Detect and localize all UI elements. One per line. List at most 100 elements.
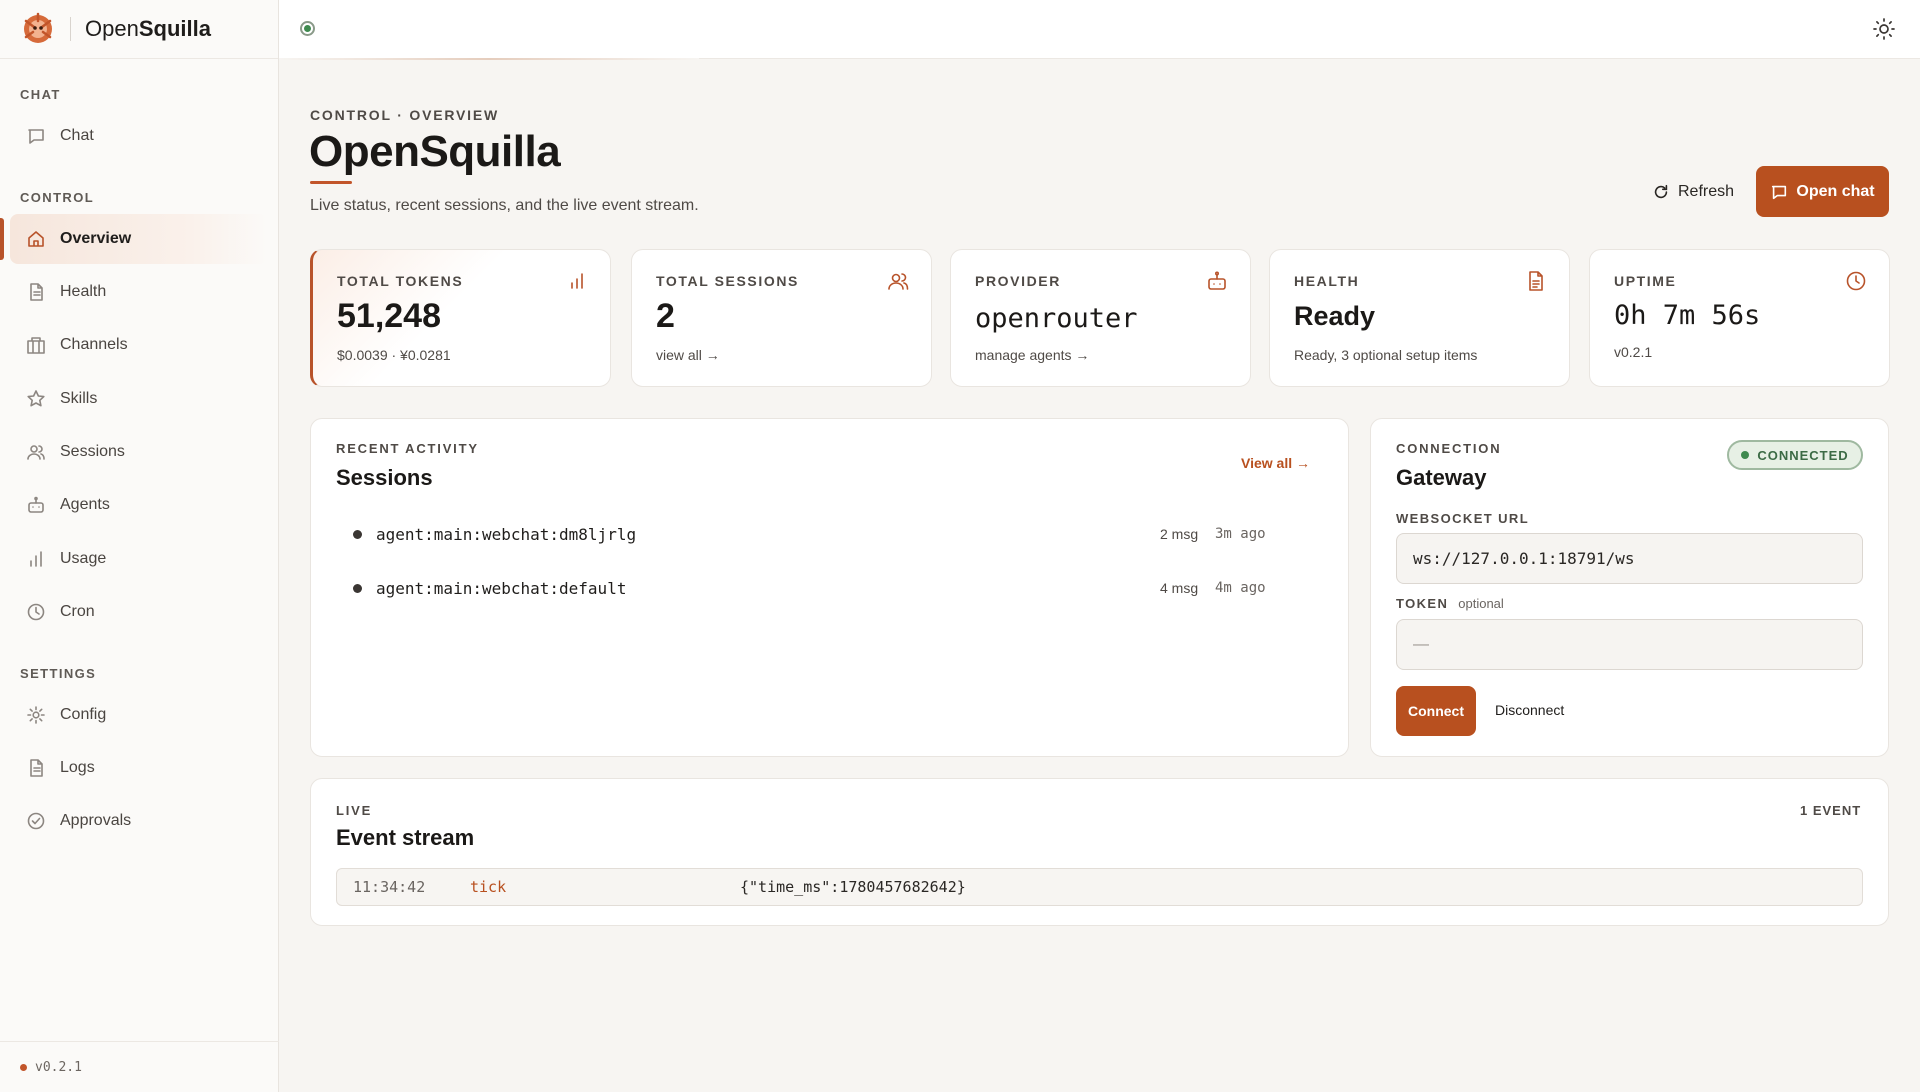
sidebar-item-sessions[interactable]: Sessions	[10, 427, 268, 477]
stat-sub: Ready, 3 optional setup items	[1294, 347, 1478, 363]
squilla-logo-icon	[24, 12, 52, 43]
sidebar-item-chat[interactable]: Chat	[10, 111, 268, 161]
sidebar-item-approvals[interactable]: Approvals	[10, 796, 268, 846]
event-time: 11:34:42	[353, 878, 426, 896]
stat-card-total-tokens: TOTAL TOKENS 51,248 $0.0039 · ¥0.0281	[310, 249, 611, 387]
event-row[interactable]: 11:34:42 tick {"time_ms":1780457682642}	[336, 868, 1863, 906]
websocket-url-input[interactable]: ws://127.0.0.1:18791/ws	[1396, 533, 1863, 584]
clock-icon	[1845, 270, 1867, 292]
sidebar-item-cron[interactable]: Cron	[10, 587, 268, 637]
stat-card-provider: PROVIDER openrouter manage agents →	[950, 249, 1251, 387]
sidebar-item-label: Channels	[60, 336, 128, 353]
stat-value: openrouter	[975, 303, 1138, 334]
chat-icon	[26, 126, 46, 146]
page-title: OpenSquilla	[309, 127, 561, 176]
clock-icon	[26, 602, 46, 622]
token-optional-hint: optional	[1458, 596, 1504, 611]
document-icon	[26, 758, 46, 778]
status-dot	[20, 1063, 27, 1071]
stat-card-uptime: UPTIME 0h 7m 56s v0.2.1	[1589, 249, 1890, 387]
sidebar-item-agents[interactable]: Agents	[10, 480, 268, 530]
sidebar-item-label: Overview	[60, 230, 132, 247]
topbar	[279, 0, 1920, 59]
bar-chart-icon	[566, 270, 588, 292]
section-eyebrow: LIVE	[336, 803, 373, 818]
stat-value: 51,248	[337, 297, 441, 335]
stat-sub: v0.2.1	[1614, 344, 1653, 360]
event-payload: {"time_ms":1780457682642}	[740, 878, 966, 896]
sun-icon	[1873, 18, 1895, 40]
connection-status-icon[interactable]	[300, 21, 315, 36]
session-key: agent:main:webchat:dm8ljrlg	[376, 524, 637, 544]
nav-section-control: CONTROL	[20, 190, 95, 205]
document-icon	[26, 282, 46, 302]
sidebar-item-label: Chat	[60, 127, 94, 144]
sidebar: OpenSquilla CHAT Chat CONTROL Overview H…	[0, 0, 279, 1092]
session-row[interactable]: agent:main:webchat:default 4 msg 4m ago	[353, 574, 1273, 602]
stat-value: 2	[656, 297, 675, 335]
sidebar-item-channels[interactable]: Channels	[10, 320, 268, 370]
topbar-accent-line	[279, 58, 699, 60]
open-chat-button[interactable]: Open chat	[1756, 166, 1889, 217]
refresh-button[interactable]: Refresh	[1640, 172, 1746, 212]
sidebar-item-overview[interactable]: Overview	[10, 214, 268, 264]
sidebar-item-logs[interactable]: Logs	[10, 743, 268, 793]
brand-name: OpenSquilla	[85, 16, 211, 41]
sidebar-item-label: Skills	[60, 390, 98, 407]
disconnect-button[interactable]: Disconnect	[1495, 702, 1564, 718]
token-label: TOKEN optional	[1396, 596, 1504, 611]
sidebar-item-label: Agents	[60, 496, 110, 513]
refresh-label: Refresh	[1678, 183, 1735, 200]
view-all-link[interactable]: View all →	[1241, 455, 1310, 471]
stat-label: HEALTH	[1294, 273, 1360, 289]
token-input[interactable]: —	[1396, 619, 1863, 670]
stat-value: 0h 7m 56s	[1614, 300, 1761, 331]
session-bullet	[353, 529, 362, 539]
open-chat-label: Open chat	[1796, 182, 1875, 200]
bar-chart-icon	[26, 549, 46, 569]
status-text: CONNECTED	[1757, 447, 1849, 463]
sidebar-item-config[interactable]: Config	[10, 690, 268, 740]
session-bullet	[353, 583, 362, 593]
sidebar-item-label: Approvals	[60, 812, 132, 829]
session-time-ago: 3m ago	[1215, 526, 1266, 542]
sidebar-item-skills[interactable]: Skills	[10, 374, 268, 424]
event-count: 1 EVENT	[1800, 803, 1862, 818]
theme-toggle-button[interactable]	[1872, 17, 1896, 41]
sidebar-item-health[interactable]: Health	[10, 267, 268, 317]
check-circle-icon	[26, 811, 46, 831]
gear-icon	[26, 705, 46, 725]
sidebar-item-label: Usage	[60, 550, 107, 567]
sidebar-item-label: Logs	[60, 759, 95, 776]
view-all-sessions-link[interactable]: view all →	[656, 347, 720, 363]
section-title: Event stream	[336, 825, 475, 850]
session-time-ago: 4m ago	[1215, 580, 1266, 596]
version-label: v0.2.1	[35, 1059, 82, 1075]
sidebar-item-label: Health	[60, 283, 107, 300]
status-badge: CONNECTED	[1727, 440, 1863, 470]
status-dot	[1741, 451, 1750, 459]
session-row[interactable]: agent:main:webchat:dm8ljrlg 2 msg 3m ago	[353, 520, 1273, 548]
brand-divider	[70, 17, 71, 41]
title-underline	[310, 181, 352, 184]
sidebar-footer: v0.2.1	[0, 1041, 279, 1092]
section-eyebrow: CONNECTION	[1396, 441, 1502, 456]
sidebar-item-usage[interactable]: Usage	[10, 534, 268, 584]
active-indicator	[0, 218, 4, 260]
home-icon	[26, 229, 46, 249]
stat-sub: $0.0039 · ¥0.0281	[337, 347, 451, 363]
websocket-url-label: WEBSOCKET URL	[1396, 511, 1530, 526]
brand[interactable]: OpenSquilla	[0, 0, 278, 59]
stat-value: Ready	[1294, 301, 1376, 331]
stat-label: TOTAL SESSIONS	[656, 273, 799, 289]
stat-label: TOTAL TOKENS	[337, 273, 464, 289]
stat-label: UPTIME	[1614, 273, 1677, 289]
section-title: Gateway	[1396, 465, 1487, 490]
sidebar-item-label: Sessions	[60, 443, 125, 460]
page-subtitle: Live status, recent sessions, and the li…	[310, 197, 699, 214]
connect-button[interactable]: Connect	[1396, 686, 1476, 736]
users-icon	[26, 442, 46, 462]
stat-card-health: HEALTH Ready Ready, 3 optional setup ite…	[1269, 249, 1570, 387]
stat-label: PROVIDER	[975, 273, 1061, 289]
manage-agents-link[interactable]: manage agents →	[975, 347, 1089, 363]
